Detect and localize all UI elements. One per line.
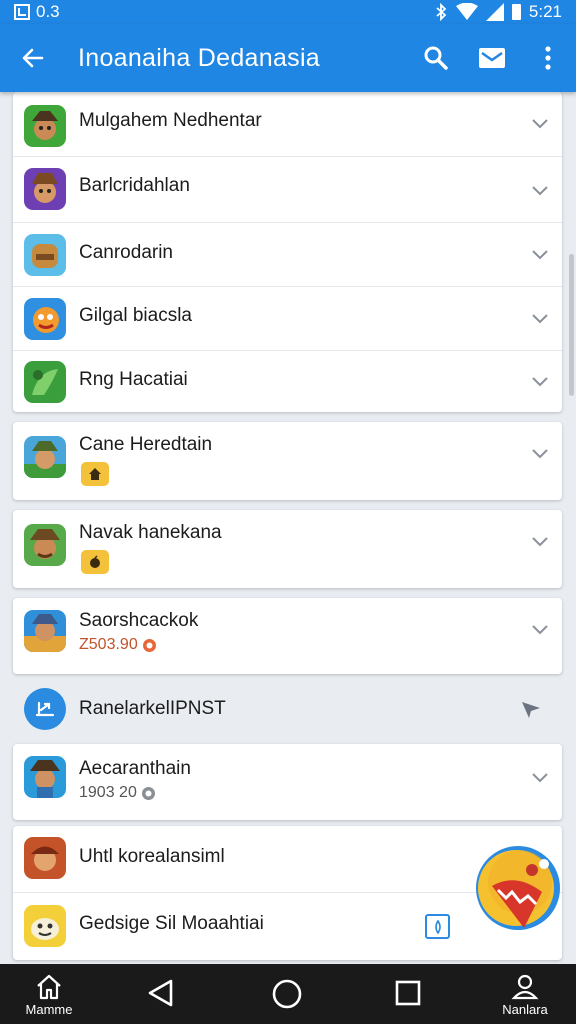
battery-icon (511, 4, 521, 20)
chevron-down-icon[interactable] (530, 372, 550, 392)
game-app-icon (24, 436, 66, 478)
list-item-title: Canrodarin (79, 242, 173, 263)
send-icon[interactable] (520, 700, 542, 725)
list-item[interactable]: Mulgahem Nedhentar (13, 92, 562, 156)
list-item[interactable]: Barlcridahlan (13, 157, 562, 222)
list-item[interactable]: Rng Hacatiai (13, 351, 562, 412)
list-item-title: Saorshcackok (79, 610, 199, 631)
overflow-menu-button[interactable] (520, 24, 576, 92)
square-recents-icon (395, 980, 421, 1006)
wifi-icon (455, 3, 478, 20)
house-badge (81, 462, 109, 486)
section-icon (24, 688, 66, 730)
bluetooth-icon (436, 3, 447, 21)
bomb-badge-icon (90, 555, 100, 568)
circle-home-icon (272, 979, 302, 1009)
bomb-badge (81, 550, 109, 574)
status-bar: 0.3 5:21 (0, 0, 576, 24)
chevron-down-icon[interactable] (530, 309, 550, 329)
info-badge-icon[interactable] (425, 914, 450, 939)
game-app-icon (24, 524, 66, 566)
floating-emoji-button[interactable] (472, 842, 564, 938)
list-item-title: Cane Heredtain (79, 434, 213, 455)
section-title: RanelarkelIPNST (79, 698, 226, 719)
nav-home-button[interactable]: Mamme (22, 974, 76, 1017)
person-icon (511, 974, 539, 1000)
mail-button[interactable] (464, 24, 520, 92)
coin-icon (141, 786, 155, 800)
chevron-down-icon[interactable] (530, 114, 550, 134)
game-app-icon (24, 234, 66, 276)
list-item-title: Uhtl korealansiml (79, 846, 225, 867)
signal-icon (485, 3, 504, 21)
chevron-down-icon[interactable] (530, 768, 550, 788)
nav-profile-label: Nanlara (502, 1002, 548, 1017)
chevron-down-icon[interactable] (530, 620, 550, 640)
back-button[interactable] (0, 24, 66, 92)
triangle-back-icon (148, 979, 173, 1007)
nav-home-circle-button[interactable] (271, 978, 303, 1010)
list-item-card[interactable]: Aecaranthain 1903 20 (13, 744, 562, 820)
home-badge-icon (89, 468, 101, 480)
list-item-title: Gilgal biacsla (79, 305, 192, 326)
game-app-icon (24, 610, 66, 652)
list-item-title: Barlcridahlan (79, 175, 190, 196)
page-title: Inoanaiha Dedanasia (78, 43, 321, 72)
screenshot-notification-icon (14, 4, 30, 20)
emoji-bubble-icon (476, 846, 560, 930)
more-vertical-icon (545, 46, 551, 70)
chevron-down-icon[interactable] (530, 532, 550, 552)
arrow-icon (35, 701, 55, 717)
list-item-card[interactable]: Saorshcackok Z503.90 (13, 598, 562, 674)
list-item-title: Mulgahem Nedhentar (79, 110, 262, 131)
list-item-title: Navak hanekana (79, 522, 222, 543)
home-icon (37, 974, 61, 1000)
game-app-icon (24, 905, 66, 947)
list-item-card[interactable]: Navak hanekana (13, 510, 562, 588)
game-app-icon (24, 756, 66, 798)
count-value: 1903 20 (79, 784, 137, 801)
price-value: Z503.90 (79, 636, 138, 653)
list-item[interactable]: Gilgal biacsla (13, 287, 562, 350)
nav-recents-button[interactable] (394, 979, 422, 1007)
search-icon (424, 46, 448, 70)
nav-back-button[interactable] (146, 978, 174, 1008)
app-bar: Inoanaiha Dedanasia (0, 24, 576, 92)
list-item-subtitle: 1903 20 (79, 784, 156, 802)
game-app-icon (24, 837, 66, 879)
status-time: 5:21 (528, 2, 562, 21)
bottom-navigation-bar: Mamme Nanlara (0, 964, 576, 1024)
game-app-icon (24, 361, 66, 403)
list-item[interactable]: Canrodarin (13, 223, 562, 286)
chevron-down-icon[interactable] (530, 245, 550, 265)
list-item-card[interactable]: Cane Heredtain (13, 422, 562, 500)
list-item-title: Gedsige Sil Moaahtiai (79, 913, 264, 934)
game-app-icon (24, 298, 66, 340)
game-app-icon (24, 168, 66, 210)
list-item-title: Rng Hacatiai (79, 369, 188, 390)
scrollbar[interactable] (569, 254, 574, 396)
group-card: Mulgahem Nedhentar Barlcridahlan Canroda… (13, 92, 562, 412)
nav-profile-button[interactable]: Nanlara (496, 974, 554, 1017)
search-button[interactable] (408, 24, 464, 92)
mail-icon (479, 48, 505, 68)
chevron-down-icon[interactable] (530, 181, 550, 201)
nav-home-label: Mamme (25, 1002, 73, 1017)
coin-icon (142, 638, 156, 652)
status-left-text: 0.3 (36, 2, 60, 21)
chevron-down-icon[interactable] (530, 444, 550, 464)
arrow-left-icon (22, 48, 44, 68)
list-item-subtitle: Z503.90 (79, 636, 157, 654)
list-item-title: Aecaranthain (79, 758, 191, 779)
section-row[interactable]: RanelarkelIPNST (0, 676, 576, 742)
game-app-icon (24, 105, 66, 147)
